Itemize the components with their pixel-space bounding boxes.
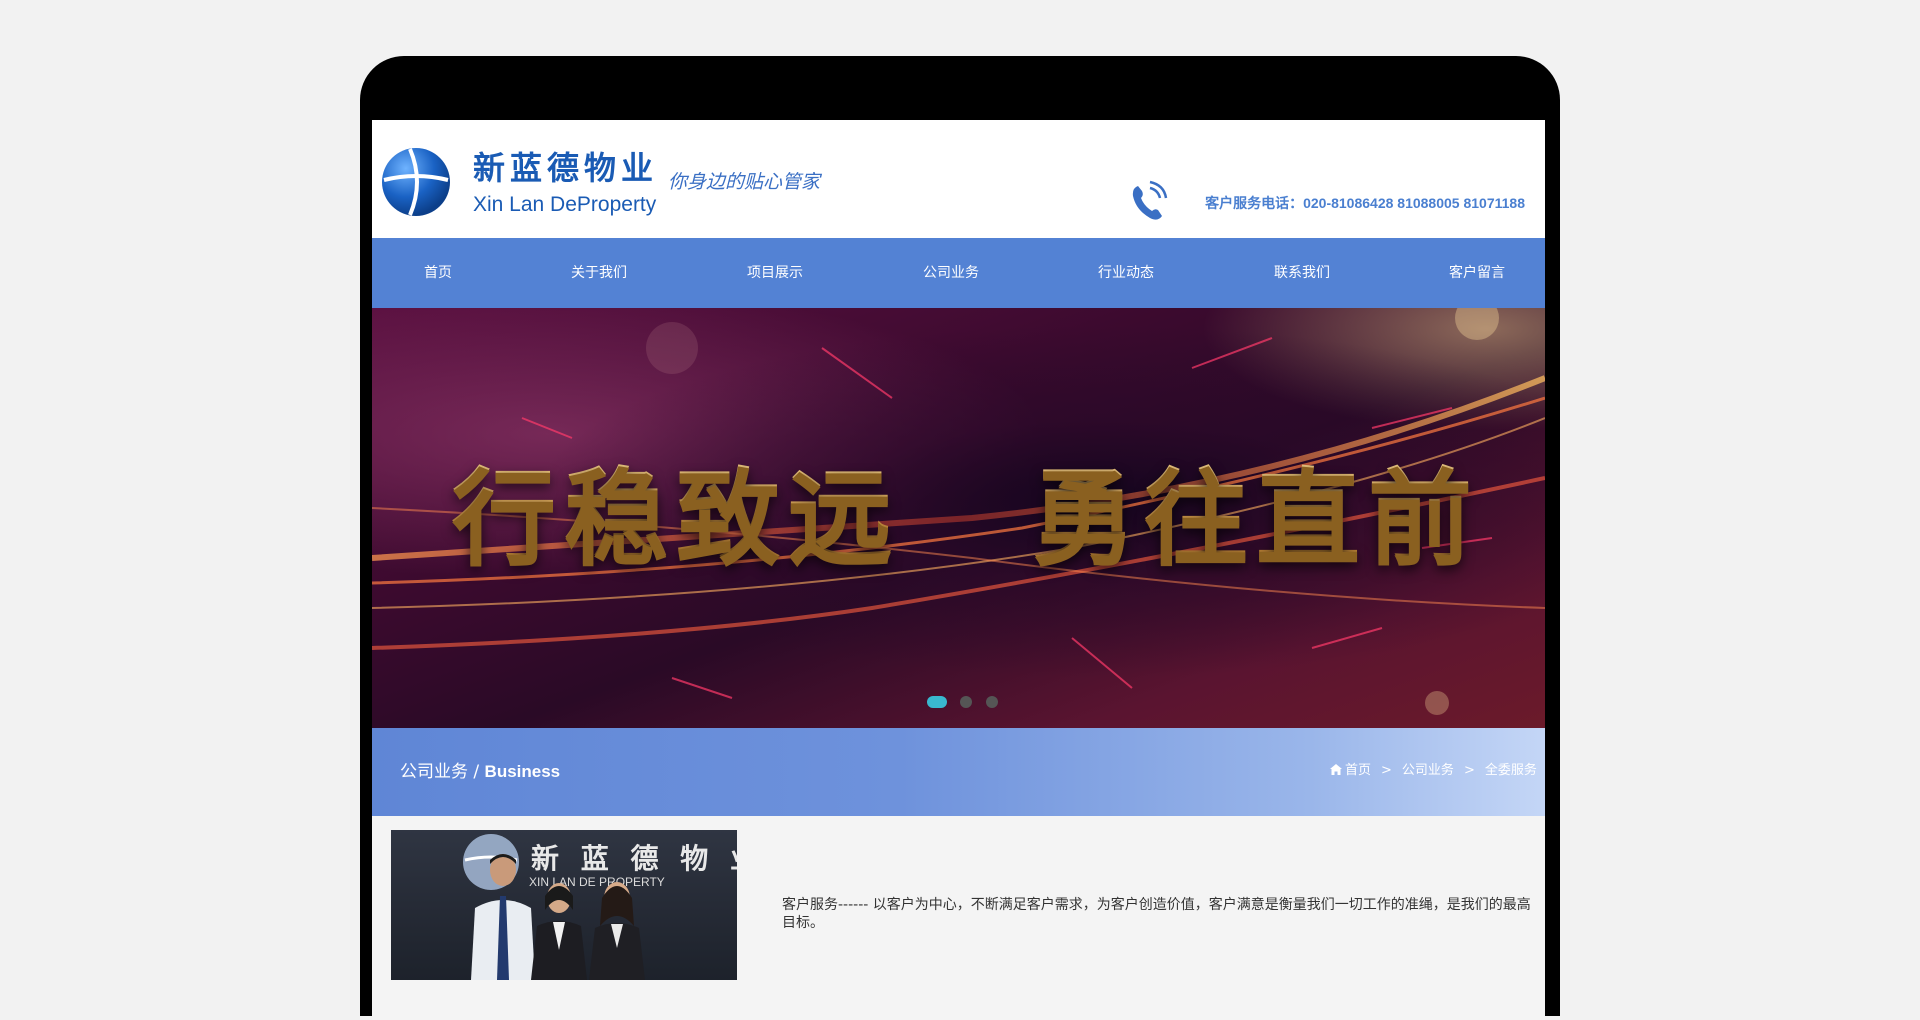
service-hotline: 客户服务电话：020-81086428 81088005 81071188 bbox=[1205, 195, 1525, 211]
carousel-dot-1[interactable] bbox=[927, 696, 947, 708]
main-nav: 首页 关于我们 项目展示 公司业务 行业动态 联系我们 客户留言 bbox=[372, 238, 1545, 308]
section-title-cn: 公司业务 bbox=[400, 762, 468, 782]
team-photo[interactable]: 新 蓝 德 物 业 XIN LAN DE PROPERTY bbox=[391, 830, 737, 980]
website-viewport: 新蓝德物业 Xin Lan DeProperty 你身边的贴心管家 客户服务电话… bbox=[372, 120, 1545, 1020]
logo-slogan: 你身边的贴心管家 bbox=[668, 171, 821, 193]
breadcrumb-separator: > bbox=[1463, 763, 1475, 778]
nav-item-messages[interactable]: 客户留言 bbox=[1449, 238, 1505, 308]
photo-sign-en: XIN LAN DE PROPERTY bbox=[529, 875, 665, 889]
globe-logo-icon[interactable] bbox=[380, 146, 452, 218]
section-title: 公司业务 / Business bbox=[400, 762, 560, 782]
content-area: 新 蓝 德 物 业 XIN LAN DE PROPERTY bbox=[372, 816, 1545, 1020]
breadcrumb-home[interactable]: 首页 bbox=[1345, 762, 1371, 780]
nav-item-about[interactable]: 关于我们 bbox=[571, 238, 627, 308]
device-frame: 新蓝德物业 Xin Lan DeProperty 你身边的贴心管家 客户服务电话… bbox=[360, 56, 1560, 1020]
nav-item-business[interactable]: 公司业务 bbox=[923, 238, 979, 308]
breadcrumb-separator: > bbox=[1381, 763, 1392, 778]
nav-item-projects[interactable]: 项目展示 bbox=[747, 238, 803, 308]
carousel-dot-2[interactable] bbox=[960, 696, 972, 708]
banner-slogan-right: 勇往直前 bbox=[1032, 457, 1481, 579]
carousel-dot-3[interactable] bbox=[986, 696, 998, 708]
section-title-en: Business bbox=[484, 762, 561, 781]
team-photo-illustration: 新 蓝 德 物 业 XIN LAN DE PROPERTY bbox=[463, 834, 737, 980]
home-icon bbox=[1330, 764, 1342, 775]
nav-item-news[interactable]: 行业动态 bbox=[1098, 238, 1154, 308]
logo-english-name[interactable]: Xin Lan DeProperty bbox=[473, 192, 656, 218]
service-description: 客户服务------ 以客户为中心，不断满足客户需求，为客户创造价值，客户满意是… bbox=[782, 897, 1531, 931]
site-header: 新蓝德物业 Xin Lan DeProperty 你身边的贴心管家 客户服务电话… bbox=[372, 120, 1545, 238]
breadcrumb: 首页 > 公司业务 > 全委服务 bbox=[1330, 762, 1545, 780]
hero-banner[interactable]: 行稳致远 勇往直前 bbox=[372, 308, 1545, 728]
section-title-separator: / bbox=[468, 762, 485, 782]
nav-item-contact[interactable]: 联系我们 bbox=[1274, 238, 1330, 308]
logo-chinese-name[interactable]: 新蓝德物业 bbox=[473, 148, 658, 188]
section-header-bar: 公司业务 / Business 首页 > 公司业务 > 全委服务 bbox=[372, 728, 1545, 816]
phone-icon bbox=[1132, 180, 1168, 220]
photo-sign-cn: 新 蓝 德 物 业 bbox=[531, 842, 737, 875]
breadcrumb-business[interactable]: 公司业务 bbox=[1402, 762, 1454, 780]
breadcrumb-current[interactable]: 全委服务 bbox=[1485, 762, 1537, 780]
nav-item-home[interactable]: 首页 bbox=[424, 238, 452, 308]
banner-slogan-left: 行稳致远 bbox=[452, 457, 901, 579]
